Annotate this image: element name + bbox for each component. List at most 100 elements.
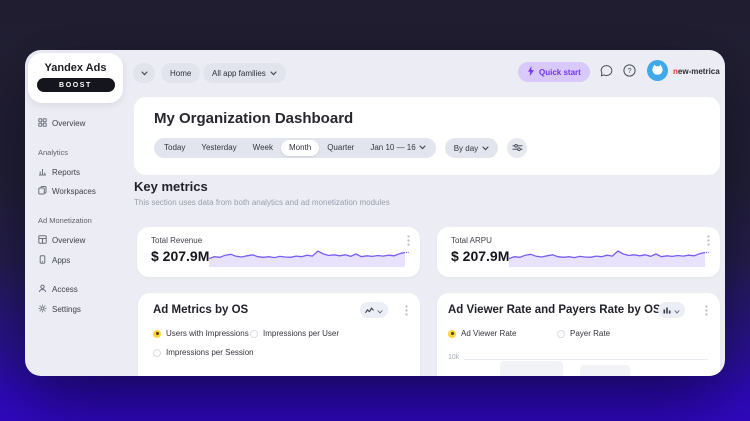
total-arpu-card: Total ARPU $ 207.9M bbox=[437, 227, 720, 277]
page-title: My Organization Dashboard bbox=[154, 110, 354, 127]
username-rest: ew-metrica bbox=[677, 67, 720, 76]
key-metrics-subtitle: This section uses data from both analyti… bbox=[134, 198, 390, 207]
legend-label: Impressions per User bbox=[263, 329, 340, 338]
card-menu-button[interactable] bbox=[403, 234, 413, 246]
chevron-down-icon bbox=[377, 301, 383, 319]
person-icon bbox=[38, 284, 47, 295]
brand-card: Yandex Ads BOOST bbox=[28, 53, 123, 103]
chevron-down-icon bbox=[482, 144, 489, 153]
kebab-menu-icon bbox=[406, 234, 410, 246]
chart-type-selector[interactable] bbox=[658, 302, 685, 318]
layers-icon bbox=[38, 186, 47, 197]
date-segmented-control: Today Yesterday Week Month Quarter Jan 1… bbox=[154, 138, 436, 158]
sidebar-item-label: Overview bbox=[52, 236, 86, 245]
metrica-cat-icon bbox=[647, 60, 668, 81]
home-button[interactable]: Home bbox=[161, 63, 201, 83]
sidebar-item-label: Workspaces bbox=[52, 187, 96, 196]
bar-hint bbox=[500, 361, 563, 376]
sidebar-item-reports[interactable]: Reports bbox=[38, 167, 80, 178]
quick-start-button[interactable]: Quick start bbox=[518, 62, 590, 82]
sidebar-item-ad-overview[interactable]: Overview bbox=[38, 235, 85, 246]
sidebar-item-apps[interactable]: Apps bbox=[38, 255, 70, 266]
sidebar-item-overview[interactable]: Overview bbox=[38, 118, 85, 129]
radio-selected-icon bbox=[448, 329, 456, 338]
sidebar-item-label: Overview bbox=[52, 119, 86, 128]
metric-value: $ 207.9M bbox=[151, 248, 210, 264]
sidebar-section-analytics: Analytics bbox=[38, 148, 69, 157]
key-metrics-title: Key metrics bbox=[134, 179, 208, 194]
app-families-dropdown[interactable]: All app families bbox=[203, 63, 286, 83]
sidebar-item-label: Access bbox=[52, 285, 78, 294]
chat-button[interactable] bbox=[598, 65, 614, 81]
kebab-menu-icon bbox=[404, 304, 408, 316]
date-range-label: Jan 10 — 16 bbox=[370, 143, 416, 152]
quick-start-label: Quick start bbox=[539, 67, 581, 77]
page-background: Yandex Ads BOOST Overview Analytics Repo… bbox=[0, 0, 750, 421]
granularity-dropdown[interactable]: By day bbox=[444, 138, 499, 158]
chart-title: Ad Metrics by OS bbox=[153, 304, 249, 316]
viewer-payer-rate-card: Ad Viewer Rate and Payers Rate by OS Ad … bbox=[437, 293, 720, 376]
bar-hint bbox=[580, 365, 630, 376]
legend-label: Payer Rate bbox=[570, 329, 611, 338]
date-range-dropdown[interactable]: Jan 10 — 16 bbox=[362, 138, 433, 158]
sidebar-item-access[interactable]: Access bbox=[38, 284, 78, 295]
phone-icon bbox=[38, 255, 47, 266]
card-menu-button[interactable] bbox=[703, 234, 713, 246]
card-menu-button[interactable] bbox=[701, 303, 711, 317]
metric-label: Total Revenue bbox=[151, 236, 203, 245]
kebab-menu-icon bbox=[706, 234, 710, 246]
radio-unselected-icon bbox=[250, 329, 258, 338]
filter-row: Today Yesterday Week Month Quarter Jan 1… bbox=[154, 138, 528, 158]
metric-value: $ 207.9M bbox=[451, 248, 510, 264]
sidebar-item-label: Reports bbox=[52, 168, 81, 177]
svg-text:?: ? bbox=[627, 66, 631, 75]
dashboard-header-panel: My Organization Dashboard Today Yesterda… bbox=[134, 97, 720, 175]
legend-label: Users with Impressions bbox=[166, 329, 249, 338]
filter-today[interactable]: Today bbox=[156, 138, 193, 158]
granularity-label: By day bbox=[453, 143, 479, 153]
filter-month-selected[interactable]: Month bbox=[280, 140, 320, 156]
user-avatar[interactable] bbox=[647, 60, 668, 81]
y-axis-tick: 10k bbox=[448, 354, 460, 361]
radio-selected-icon bbox=[153, 329, 161, 338]
filter-week[interactable]: Week bbox=[245, 138, 281, 158]
table-icon bbox=[38, 235, 47, 246]
ad-metrics-by-os-card: Ad Metrics by OS Users with Impressions … bbox=[138, 293, 420, 376]
legend-label: Impressions per Session bbox=[166, 348, 254, 357]
sidebar-collapse-button[interactable] bbox=[133, 63, 155, 83]
bar-chart-icon bbox=[663, 301, 671, 319]
sidebar-item-workspaces[interactable]: Workspaces bbox=[38, 186, 96, 197]
filter-quarter[interactable]: Quarter bbox=[319, 138, 362, 158]
report-chart-icon bbox=[38, 167, 47, 178]
metric-label: Total ARPU bbox=[451, 236, 492, 245]
brand-name: Yandex Ads bbox=[44, 62, 107, 74]
username[interactable]: new-metrica bbox=[673, 67, 720, 76]
legend-impressions-per-user[interactable]: Impressions per User bbox=[250, 329, 339, 338]
sidebar-section-ad-monetization: Ad Monetization bbox=[38, 216, 92, 225]
filters-settings-button[interactable] bbox=[507, 138, 528, 158]
legend-users-with-impressions[interactable]: Users with Impressions bbox=[153, 329, 249, 338]
arpu-sparkline bbox=[509, 250, 709, 267]
home-label: Home bbox=[170, 68, 192, 78]
legend-impressions-per-session[interactable]: Impressions per Session bbox=[153, 348, 254, 357]
radio-unselected-icon bbox=[153, 348, 161, 357]
legend-payer-rate[interactable]: Payer Rate bbox=[557, 329, 610, 338]
revenue-sparkline bbox=[209, 250, 409, 267]
chevron-down-icon bbox=[270, 69, 277, 78]
card-menu-button[interactable] bbox=[401, 303, 411, 317]
chevron-down-icon bbox=[674, 301, 680, 319]
filter-yesterday[interactable]: Yesterday bbox=[193, 138, 244, 158]
help-button[interactable]: ? bbox=[621, 64, 637, 82]
boost-badge: BOOST bbox=[36, 78, 115, 92]
legend-label: Ad Viewer Rate bbox=[461, 329, 517, 338]
chevron-down-icon bbox=[140, 69, 148, 78]
chart-title: Ad Viewer Rate and Payers Rate by OS bbox=[448, 304, 661, 316]
legend-ad-viewer-rate[interactable]: Ad Viewer Rate bbox=[448, 329, 516, 338]
question-mark-icon: ? bbox=[622, 64, 636, 82]
sidebar-item-label: Settings bbox=[52, 305, 81, 314]
chart-type-selector[interactable] bbox=[360, 302, 388, 318]
grid-icon bbox=[38, 118, 47, 129]
chat-bubble-icon bbox=[600, 64, 613, 82]
radio-unselected-icon bbox=[557, 329, 565, 338]
sidebar-item-settings[interactable]: Settings bbox=[38, 304, 81, 315]
